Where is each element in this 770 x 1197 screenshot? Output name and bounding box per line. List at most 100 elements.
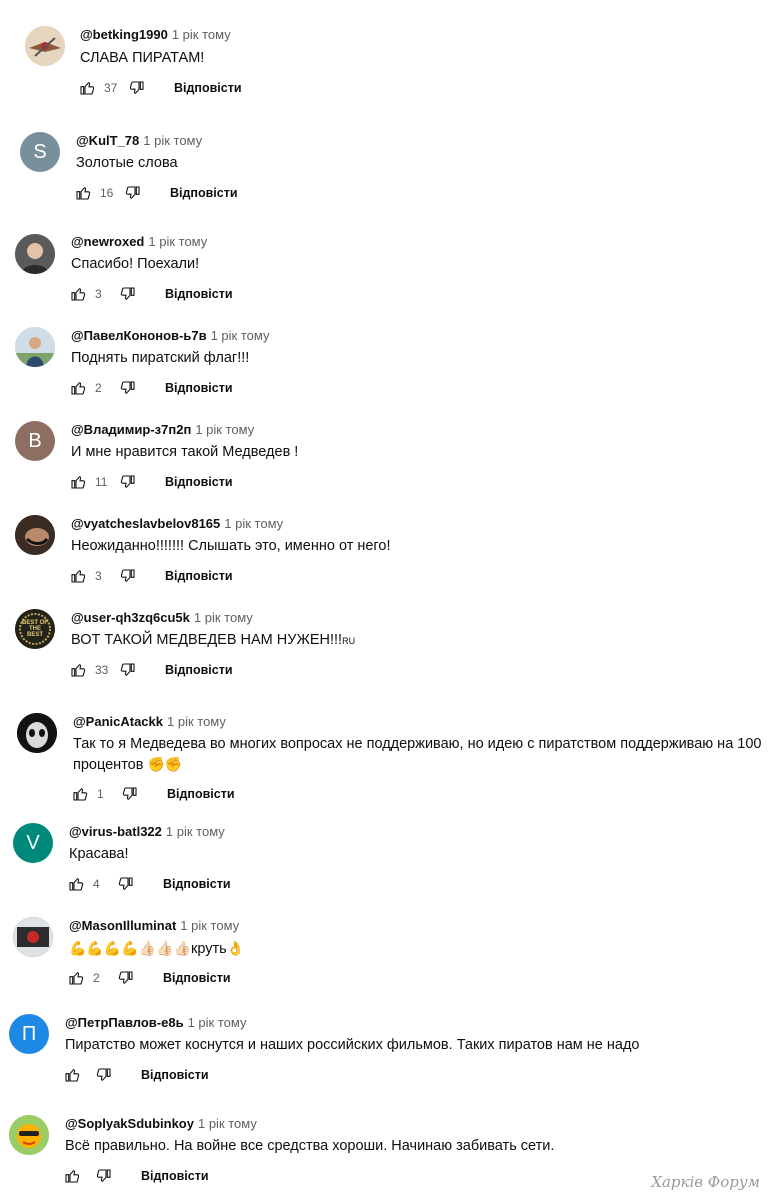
avatar-image-icon: [9, 1115, 49, 1155]
comment-meta: @ПавелКононов-ь7в 1 рік тому: [71, 328, 269, 343]
comment-time[interactable]: 1 рік тому: [224, 516, 283, 531]
thumbs-up-icon[interactable]: [69, 285, 87, 303]
comment-author[interactable]: @MasonIlluminat: [69, 918, 176, 933]
avatar-letter: П: [21, 1022, 37, 1045]
comment-author[interactable]: @virus-batl322: [69, 824, 162, 839]
comment-time[interactable]: 1 рік тому: [198, 1116, 257, 1131]
comment-time[interactable]: 1 рік тому: [188, 1015, 247, 1030]
reply-button[interactable]: Відповісти: [167, 787, 235, 801]
avatar[interactable]: В: [15, 421, 55, 461]
thumbs-up-icon[interactable]: [74, 184, 92, 202]
avatar[interactable]: [17, 713, 57, 753]
reply-button[interactable]: Відповісти: [165, 381, 233, 395]
avatar[interactable]: [15, 327, 55, 367]
reply-button[interactable]: Відповісти: [163, 877, 231, 891]
comment-text: Спасибо! Поехали!: [71, 256, 200, 272]
thumbs-up-icon[interactable]: [69, 379, 87, 397]
reply-button[interactable]: Відповісти: [163, 971, 231, 985]
avatar[interactable]: П: [9, 1014, 49, 1054]
comment-author[interactable]: @user-qh3zq6cu5k: [71, 610, 190, 625]
comment-time[interactable]: 1 рік тому: [172, 27, 231, 42]
comment-text: Неожиданно!!!!!!! Слышать это, именно от…: [71, 538, 391, 554]
comment-text-main: ВОТ ТАКОЙ МЕДВЕДЕВ НАМ НУЖЕН!!!: [71, 632, 343, 648]
comment-author[interactable]: @Владимир-з7п2п: [71, 422, 191, 437]
comment-author[interactable]: @SoplyakSdubinkoy: [65, 1116, 194, 1131]
like-count: 2: [95, 381, 102, 395]
thumbs-down-icon[interactable]: [95, 1066, 113, 1084]
comment-meta: @virus-batl322 1 рік тому: [69, 824, 225, 839]
reply-button[interactable]: Відповісти: [141, 1068, 209, 1082]
comment-text: Золотые слова: [76, 155, 178, 171]
thumbs-down-icon[interactable]: [124, 184, 142, 202]
reply-button[interactable]: Відповісти: [165, 569, 233, 583]
avatar[interactable]: [25, 26, 65, 66]
comment-text: Пиратство может коснутся и наших российс…: [65, 1037, 640, 1053]
comment-meta: @KulT_78 1 рік тому: [76, 133, 202, 148]
comment-author[interactable]: @betking1990: [80, 27, 168, 42]
comment-actions: 4 Відповісти: [67, 874, 231, 894]
thumbs-down-icon[interactable]: [119, 661, 137, 679]
comment-author[interactable]: @PanicAtackk: [73, 714, 163, 729]
comment-text: Поднять пиратский флаг!!!: [71, 350, 250, 366]
comment-time[interactable]: 1 рік тому: [180, 918, 239, 933]
thumbs-up-icon[interactable]: [69, 473, 87, 491]
comment-time[interactable]: 1 рік тому: [194, 610, 253, 625]
reply-button[interactable]: Відповісти: [165, 475, 233, 489]
watermark: Харків Форум: [651, 1173, 760, 1191]
comment-time[interactable]: 1 рік тому: [166, 824, 225, 839]
reply-button[interactable]: Відповісти: [165, 663, 233, 677]
thumbs-down-icon[interactable]: [95, 1167, 113, 1185]
comment-actions: 11 Відповісти: [69, 472, 233, 492]
thumbs-up-icon[interactable]: [63, 1167, 81, 1185]
comment-time[interactable]: 1 рік тому: [195, 422, 254, 437]
avatar-image-icon: [15, 234, 55, 274]
thumbs-down-icon[interactable]: [117, 969, 135, 987]
comment-time[interactable]: 1 рік тому: [211, 328, 270, 343]
comment-time[interactable]: 1 рік тому: [143, 133, 202, 148]
like-count: 3: [95, 287, 102, 301]
comment-meta: @PanicAtackk 1 рік тому: [73, 714, 226, 729]
thumbs-up-icon[interactable]: [78, 79, 96, 97]
reply-button[interactable]: Відповісти: [170, 186, 238, 200]
thumbs-up-icon[interactable]: [67, 875, 85, 893]
comment-meta: @Владимир-з7п2п 1 рік тому: [71, 422, 254, 437]
comment-author[interactable]: @ПавелКононов-ь7в: [71, 328, 207, 343]
comment-author[interactable]: @vyatcheslavbelov8165: [71, 516, 220, 531]
muscle-thumbs-emoji: 💪💪💪💪👍🏻👍🏻👍🏻: [69, 940, 192, 956]
ok-hand-emoji: 👌: [226, 940, 245, 956]
thumbs-up-icon[interactable]: [71, 785, 89, 803]
thumbs-down-icon[interactable]: [119, 379, 137, 397]
thumbs-up-icon[interactable]: [63, 1066, 81, 1084]
comment-text-word: круть: [191, 941, 227, 957]
avatar[interactable]: BEST OF THE BEST: [15, 609, 55, 649]
thumbs-down-icon[interactable]: [119, 473, 137, 491]
thumbs-down-icon[interactable]: [121, 785, 139, 803]
comment-meta: @SoplyakSdubinkoy 1 рік тому: [65, 1116, 257, 1131]
thumbs-up-icon[interactable]: [69, 661, 87, 679]
like-count: 16: [100, 186, 114, 200]
thumbs-down-icon[interactable]: [119, 285, 137, 303]
avatar[interactable]: [15, 234, 55, 274]
reply-button[interactable]: Відповісти: [174, 81, 242, 95]
comment-author[interactable]: @ПетрПавлов-е8ь: [65, 1015, 184, 1030]
like-count: 37: [104, 81, 118, 95]
avatar[interactable]: S: [20, 132, 60, 172]
comment-text: И мне нравится такой Медведев !: [71, 444, 299, 460]
reply-button[interactable]: Відповісти: [141, 1169, 209, 1183]
comment-author[interactable]: @KulT_78: [76, 133, 139, 148]
avatar[interactable]: [13, 917, 53, 957]
comment-author[interactable]: @newroxed: [71, 234, 144, 249]
thumbs-down-icon[interactable]: [128, 79, 146, 97]
comment-time[interactable]: 1 рік тому: [167, 714, 226, 729]
reply-button[interactable]: Відповісти: [165, 287, 233, 301]
avatar[interactable]: V: [13, 823, 53, 863]
thumbs-up-icon[interactable]: [69, 567, 87, 585]
comment-actions: 3 Відповісти: [69, 284, 233, 304]
comment-time[interactable]: 1 рік тому: [148, 234, 207, 249]
thumbs-down-icon[interactable]: [117, 875, 135, 893]
avatar[interactable]: [9, 1115, 49, 1155]
thumbs-down-icon[interactable]: [119, 567, 137, 585]
avatar[interactable]: [15, 515, 55, 555]
comment-text: 💪💪💪💪👍🏻👍🏻👍🏻круть👌: [69, 938, 244, 959]
thumbs-up-icon[interactable]: [67, 969, 85, 987]
